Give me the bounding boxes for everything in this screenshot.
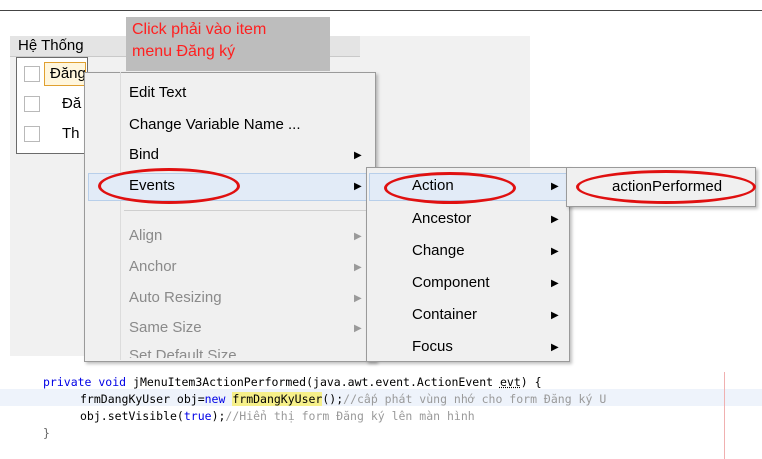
code-comment: //cấp phát vùng nhớ cho form Đăng ký U xyxy=(343,392,607,406)
code-class-highlight: frmDangKyUser xyxy=(232,392,323,406)
menu-item-change[interactable]: Change xyxy=(412,241,465,261)
menu-item-focus[interactable]: Focus xyxy=(412,337,453,357)
right-margin-guide xyxy=(724,372,725,459)
code-call: (); xyxy=(322,392,344,406)
submenu-arrow-icon: ▶ xyxy=(551,310,559,321)
code-line-3: obj.setVisible(true);//Hiển thị form Đăn… xyxy=(80,408,475,425)
code-statement: frmDangKyUser obj= xyxy=(80,392,205,406)
menu-item-2[interactable]: Đă xyxy=(62,95,81,113)
submenu-arrow-icon: ▶ xyxy=(354,323,362,334)
callout-line-2: menu Đăng ký xyxy=(132,43,236,60)
annotation-callout: Click phải vào item menu Đăng ký xyxy=(126,17,330,71)
menu-item-checkbox-icon xyxy=(24,126,40,142)
code-brace: ) { xyxy=(520,375,542,389)
submenu-arrow-icon: ▶ xyxy=(354,150,362,161)
top-divider xyxy=(0,10,762,11)
menu-item-edit-text[interactable]: Edit Text xyxy=(129,83,186,103)
menu-he-thong[interactable]: Hệ Thống xyxy=(18,36,84,56)
menu-item-container[interactable]: Container xyxy=(412,305,477,325)
context-menu-gutter xyxy=(120,72,121,360)
code-statement: obj.setVisible( xyxy=(80,409,184,423)
submenu-arrow-icon: ▶ xyxy=(354,262,362,273)
annotation-ellipse-action-performed xyxy=(576,170,756,204)
code-line-1: private void jMenuItem3ActionPerformed(j… xyxy=(43,374,542,391)
menu-item-set-default-size[interactable]: Set Default Size xyxy=(129,346,237,358)
menu-item-bind[interactable]: Bind xyxy=(129,145,159,165)
menu-item-align[interactable]: Align xyxy=(129,226,162,246)
menu-item-component[interactable]: Component xyxy=(412,273,490,293)
submenu-arrow-icon: ▶ xyxy=(551,342,559,353)
menu-item-checkbox-icon xyxy=(24,66,40,82)
code-comment: //Hiển thị form Đăng ký lên màn hình xyxy=(225,409,475,423)
annotation-ellipse-action xyxy=(384,172,516,204)
menu-item-checkbox-icon xyxy=(24,96,40,112)
menu-item-ancestor[interactable]: Ancestor xyxy=(412,209,471,229)
menu-item-3[interactable]: Th xyxy=(62,125,80,143)
callout-line-1: Click phải vào item xyxy=(132,21,267,38)
code-line-2: frmDangKyUser obj=new frmDangKyUser();//… xyxy=(80,391,606,408)
menu-item-anchor[interactable]: Anchor xyxy=(129,257,177,277)
menu-item-change-variable-name[interactable]: Change Variable Name ... xyxy=(129,115,300,135)
submenu-arrow-icon: ▶ xyxy=(551,181,559,192)
submenu-arrow-icon: ▶ xyxy=(551,214,559,225)
submenu-arrow-icon: ▶ xyxy=(354,293,362,304)
menu-separator xyxy=(124,210,370,211)
code-param-evt: evt xyxy=(499,375,521,389)
menu-item-auto-resizing[interactable]: Auto Resizing xyxy=(129,288,222,308)
code-keyword-new: new xyxy=(204,392,226,406)
code-keyword-true: true xyxy=(183,409,212,423)
code-method-signature: jMenuItem3ActionPerformed(java.awt.event… xyxy=(126,375,500,389)
submenu-arrow-icon: ▶ xyxy=(354,181,362,192)
menu-item-same-size[interactable]: Same Size xyxy=(129,318,202,338)
submenu-arrow-icon: ▶ xyxy=(354,231,362,242)
code-line-4: } xyxy=(43,426,50,440)
code-call: ); xyxy=(211,409,226,423)
annotation-ellipse-events xyxy=(98,168,240,204)
submenu-arrow-icon: ▶ xyxy=(551,246,559,257)
submenu-arrow-icon: ▶ xyxy=(551,278,559,289)
menu-item-dang-ky[interactable]: Đăng ký xyxy=(50,65,86,83)
code-keyword: private void xyxy=(43,375,127,389)
